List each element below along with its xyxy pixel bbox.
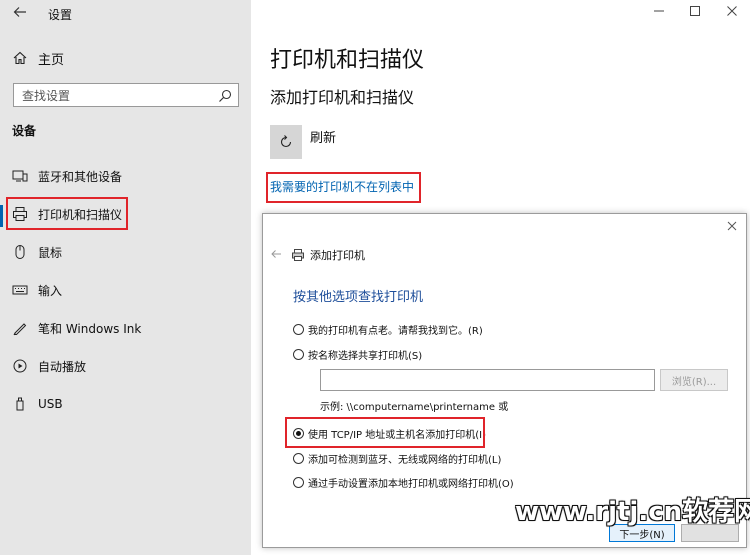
option-older-printer[interactable]: 我的打印机有点老。请帮我找到它。(R) (293, 321, 483, 337)
option-bluetooth-wireless[interactable]: 添加可检测到蓝牙、无线或网络的打印机(L) (293, 450, 501, 466)
page-title: 打印机和扫描仪 (270, 48, 425, 73)
sidebar-item-usb[interactable]: USB (0, 386, 251, 422)
mouse-icon (12, 244, 28, 260)
radio-button[interactable] (293, 348, 304, 360)
printer-icon (291, 247, 305, 261)
bluetooth-devices-icon (12, 168, 28, 184)
usb-icon (12, 396, 28, 412)
home-label: 主页 (38, 52, 65, 68)
window-title: 设置 (48, 8, 73, 22)
section-heading: 设备 (12, 124, 37, 138)
option-label: 添加可检测到蓝牙、无线或网络的打印机(L) (308, 454, 502, 466)
radio-button[interactable] (293, 452, 304, 464)
back-arrow-icon[interactable] (12, 4, 28, 20)
home-icon (12, 50, 28, 66)
sidebar-item-label: 自动播放 (38, 359, 87, 374)
sidebar-item-typing[interactable]: 输入 (0, 272, 251, 308)
option-label: 通过手动设置添加本地打印机或网络打印机(O) (308, 478, 514, 490)
sidebar-item-mouse[interactable]: 鼠标 (0, 234, 251, 270)
option-manual-local[interactable]: 通过手动设置添加本地打印机或网络打印机(O) (293, 474, 514, 490)
autoplay-icon (12, 358, 28, 374)
sidebar-item-label: 鼠标 (38, 245, 63, 260)
maximize-icon[interactable] (688, 4, 702, 18)
sidebar-item-label: 输入 (38, 283, 63, 298)
sidebar-item-label: USB (38, 397, 63, 411)
watermark: www.rjtj.cn软荐网 (515, 497, 750, 527)
option-shared-printer[interactable]: 按名称选择共享打印机(S) (293, 346, 422, 362)
highlight-box (266, 172, 421, 203)
home-nav-item[interactable]: 主页 (12, 48, 64, 68)
dialog-close-icon[interactable] (726, 220, 738, 232)
sidebar-item-label: 蓝牙和其他设备 (38, 169, 123, 184)
close-icon[interactable] (725, 4, 739, 18)
search-input[interactable]: 查找设置 (13, 83, 239, 107)
keyboard-icon (12, 282, 28, 298)
minimize-icon[interactable] (652, 4, 666, 18)
dialog-title: 添加打印机 (310, 249, 365, 262)
sidebar-item-bluetooth[interactable]: 蓝牙和其他设备 (0, 158, 251, 194)
browse-button[interactable]: 浏览(R)... (660, 369, 728, 391)
refresh-icon (278, 134, 294, 150)
sidebar: 设置 主页 查找设置 设备 蓝牙和其他设备 打印机和扫描仪 鼠标 输入 笔和 W… (0, 0, 251, 555)
sidebar-item-label: 笔和 Windows Ink (38, 321, 142, 336)
option-label: 我的打印机有点老。请帮我找到它。(R) (308, 325, 483, 337)
section-subtitle: 添加打印机和扫描仪 (270, 88, 415, 107)
printer-name-input[interactable] (320, 369, 655, 391)
sidebar-item-autoplay[interactable]: 自动播放 (0, 348, 251, 384)
example-text: 示例: \\computername\printername 或 (320, 402, 509, 413)
highlight-box (285, 417, 485, 448)
highlight-box (6, 197, 128, 230)
option-label: 按名称选择共享打印机(S) (308, 350, 423, 362)
radio-button[interactable] (293, 476, 304, 488)
refresh-button[interactable] (270, 125, 302, 159)
sidebar-item-pen[interactable]: 笔和 Windows Ink (0, 310, 251, 346)
pen-icon (12, 320, 28, 336)
dialog-back-icon[interactable] (269, 247, 283, 261)
search-icon (218, 88, 232, 102)
dialog-heading: 按其他选项查找打印机 (293, 290, 424, 305)
refresh-label: 刷新 (310, 131, 337, 146)
search-placeholder: 查找设置 (22, 89, 71, 103)
radio-button[interactable] (293, 323, 304, 335)
settings-window: 设置 主页 查找设置 设备 蓝牙和其他设备 打印机和扫描仪 鼠标 输入 笔和 W… (0, 0, 750, 555)
